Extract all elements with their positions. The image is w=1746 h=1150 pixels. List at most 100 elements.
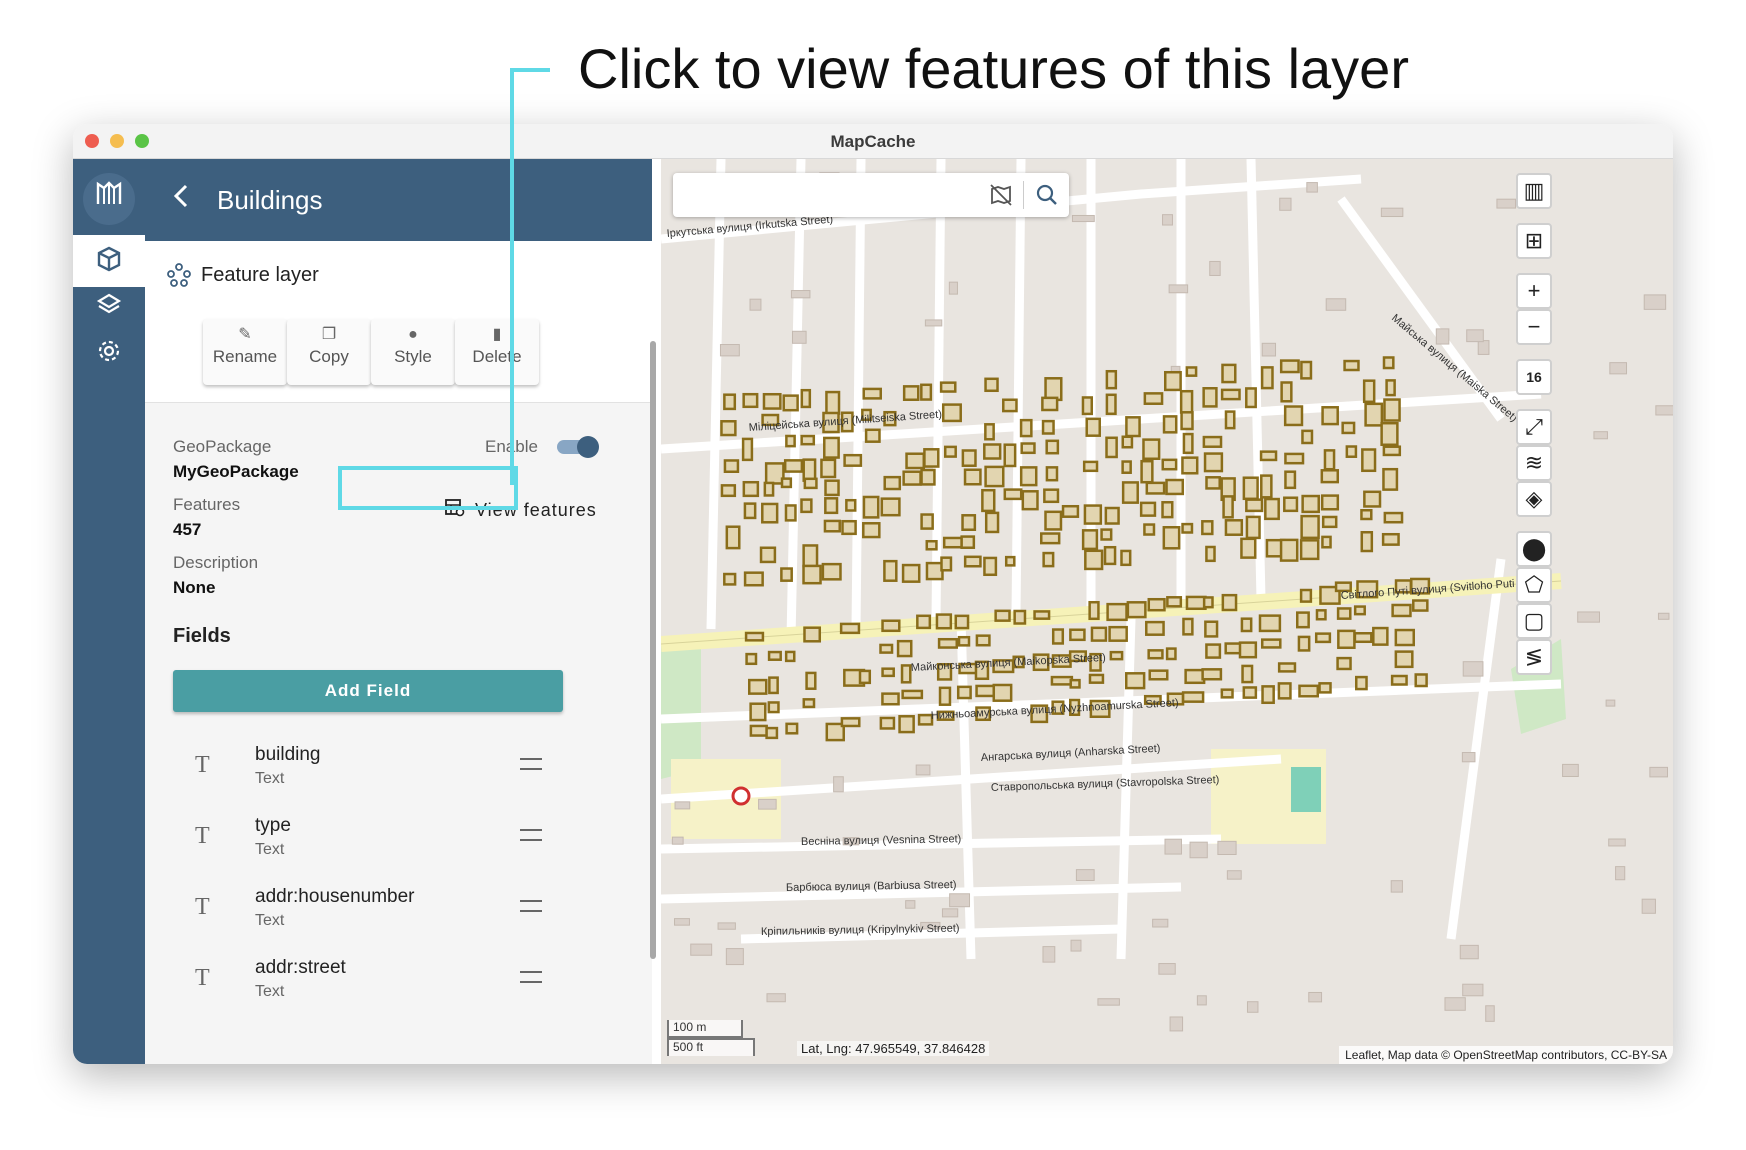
building-feature (768, 676, 779, 695)
building-feature (956, 685, 972, 700)
drag-handle-icon[interactable] (520, 829, 542, 841)
building-feature (1003, 443, 1017, 468)
building-feature (800, 388, 812, 409)
building-feature (823, 519, 841, 533)
basemap-building (1325, 298, 1347, 311)
drag-handle-icon[interactable] (520, 758, 542, 770)
map-off-icon[interactable] (989, 183, 1013, 212)
building-feature (983, 443, 1002, 460)
copy-button[interactable]: ❐ Copy (287, 319, 371, 385)
building-feature (1081, 529, 1099, 551)
nav-settings-button[interactable] (73, 327, 145, 379)
nav-features-button[interactable] (73, 235, 145, 287)
basemap-building (833, 776, 844, 793)
basemap-building (1279, 197, 1292, 211)
building-feature (1321, 515, 1338, 529)
callout-text: Click to view features of this layer (578, 37, 1409, 100)
features-label: Features (173, 495, 241, 514)
field-row[interactable]: T type Text (145, 811, 652, 882)
building-feature (1045, 466, 1059, 482)
building-feature (1050, 675, 1074, 686)
field-name: type (255, 815, 291, 836)
panel-scrollbar[interactable] (650, 341, 656, 959)
building-feature (1043, 488, 1060, 504)
building-feature (785, 434, 796, 448)
draw-polygon-button[interactable]: ⬠ (1516, 567, 1552, 603)
building-feature (1182, 617, 1194, 636)
fit-extent-button[interactable]: ⤢ (1516, 409, 1552, 445)
draw-line-button[interactable]: ≶ (1516, 639, 1552, 675)
polyline-icon: ≶ (1524, 644, 1544, 669)
text-type-icon: T (195, 823, 210, 849)
map-search-input[interactable] (683, 181, 977, 211)
building-feature (1181, 456, 1199, 475)
building-feature (1260, 366, 1274, 390)
zoom-out-button[interactable]: − (1516, 309, 1552, 345)
delete-label: Delete (472, 347, 522, 366)
draw-rectangle-button[interactable]: ▢ (1516, 603, 1552, 639)
drag-handle-icon[interactable] (520, 900, 542, 912)
basemap-building (915, 764, 931, 776)
basemap-building (948, 281, 958, 295)
basemap-building (791, 330, 807, 344)
building-feature (1139, 501, 1157, 517)
add-field-button[interactable]: Add Field (173, 670, 563, 712)
building-feature (975, 684, 996, 698)
building-feature (1069, 678, 1081, 689)
rename-button[interactable]: ✎ Rename (203, 319, 287, 385)
drag-handle-icon[interactable] (520, 971, 542, 983)
back-chevron-icon[interactable] (171, 181, 191, 219)
basemap-building (1075, 869, 1095, 881)
building-feature (723, 393, 737, 411)
basemap-building (1070, 939, 1082, 952)
building-feature (1143, 523, 1156, 536)
enable-toggle[interactable] (557, 436, 599, 458)
building-feature (1020, 442, 1036, 455)
building-feature (802, 544, 819, 568)
style-button[interactable]: ● Style (371, 319, 455, 385)
school-pitch (1291, 767, 1321, 812)
building-feature (1390, 674, 1408, 686)
zoom-in-button[interactable]: + (1516, 273, 1552, 309)
basemap-building (1158, 963, 1176, 975)
layer-panel: Buildings Feature layer ✎ Rename ❐ Copy … (145, 159, 652, 1064)
field-type: Text (255, 912, 285, 929)
delete-button[interactable]: ▮ Delete (455, 319, 539, 385)
building-feature (898, 715, 915, 734)
building-feature (1299, 539, 1320, 561)
building-feature (1260, 474, 1273, 499)
field-row[interactable]: T building Text (145, 740, 652, 811)
grid-button[interactable]: ⊞ (1516, 223, 1552, 259)
building-feature (1084, 549, 1104, 571)
basemap-building (1462, 983, 1484, 997)
field-row[interactable]: T addr:housenumber Text (145, 882, 652, 953)
feature-layer-icon (167, 263, 191, 292)
basemap-building (690, 943, 713, 956)
field-type: Text (255, 770, 285, 787)
clear-layers-button[interactable]: ≋ (1516, 445, 1552, 481)
callout-line-vertical (510, 68, 514, 485)
building-feature (1318, 682, 1332, 694)
field-row[interactable]: T addr:street Text (145, 953, 652, 1024)
nav-layers-button[interactable] (73, 281, 145, 333)
layer-order-button[interactable]: ◈ (1516, 481, 1552, 517)
geopackage-value: MyGeoPackage (173, 462, 299, 481)
building-feature (1383, 398, 1401, 422)
basemap-button[interactable]: ▥ (1516, 173, 1552, 209)
draw-point-button[interactable]: ⬤ (1516, 531, 1552, 567)
search-icon[interactable] (1035, 183, 1059, 212)
mapcache-logo-icon[interactable] (83, 173, 135, 225)
building-feature (1264, 497, 1280, 521)
basemap-building (1380, 207, 1404, 218)
building-feature (1162, 526, 1181, 550)
building-feature (1372, 626, 1389, 646)
building-feature (723, 572, 737, 586)
field-name: addr:street (255, 957, 346, 978)
trash-icon: ▮ (492, 326, 502, 343)
building-feature (1061, 504, 1080, 518)
building-feature (1222, 495, 1234, 519)
map-view[interactable]: Іркутська вулиця (Irkutska Street) Міліце… (661, 159, 1673, 1064)
text-type-icon: T (195, 894, 210, 920)
building-feature (749, 724, 768, 737)
building-feature (1320, 469, 1340, 484)
